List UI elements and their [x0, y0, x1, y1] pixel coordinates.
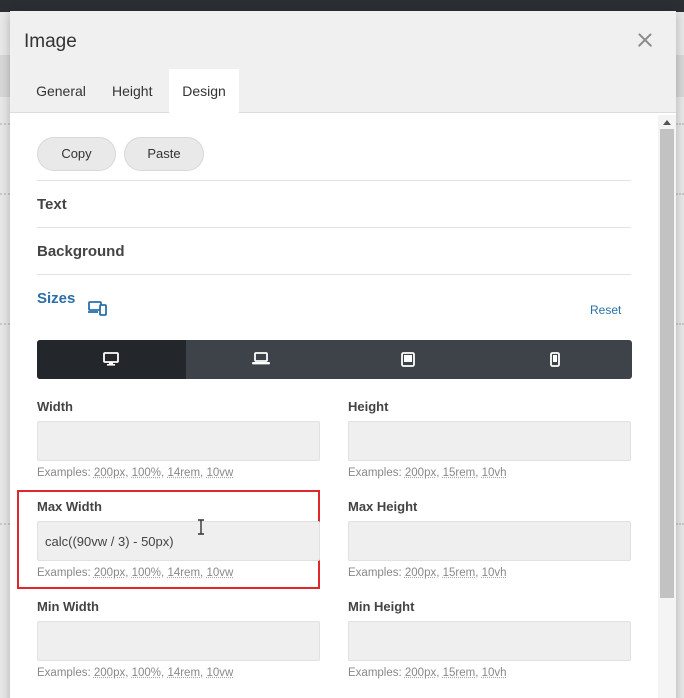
height-label: Height: [348, 399, 389, 414]
tab-general[interactable]: General: [10, 69, 112, 113]
min-height-input[interactable]: [348, 621, 631, 661]
divider: [37, 274, 631, 275]
min-height-examples: Examples: 200px, 15rem, 10vh: [348, 667, 507, 679]
close-icon[interactable]: [634, 29, 656, 51]
device-switcher: [37, 340, 632, 379]
device-tab-desktop[interactable]: [37, 340, 186, 379]
min-width-label: Min Width: [37, 599, 99, 614]
device-tab-laptop[interactable]: [186, 340, 335, 379]
max-width-input[interactable]: [37, 521, 320, 561]
reset-link[interactable]: Reset: [590, 303, 621, 317]
min-height-label: Min Height: [348, 599, 415, 614]
background-divider: [0, 193, 10, 195]
responsive-devices-icon[interactable]: [88, 300, 108, 316]
divider: [37, 180, 631, 181]
background-divider: [676, 123, 684, 125]
modal-header: Image General Height Design: [10, 11, 676, 114]
device-tab-phone[interactable]: [484, 340, 632, 379]
text-cursor-icon: [198, 519, 204, 535]
width-input[interactable]: [37, 421, 320, 461]
modal-title: Image: [24, 31, 77, 52]
width-examples: Examples: 200px, 100%, 14rem, 10vw: [37, 467, 234, 479]
height-input[interactable]: [348, 421, 631, 461]
scrollbar-thumb[interactable]: [660, 129, 674, 598]
background-divider: [676, 523, 684, 525]
max-width-label: Max Width: [37, 499, 102, 514]
device-tab-tablet[interactable]: [335, 340, 484, 379]
tablet-icon: [401, 352, 415, 367]
section-sizes[interactable]: Sizes: [37, 290, 75, 307]
min-width-input[interactable]: [37, 621, 320, 661]
paste-button[interactable]: Paste: [124, 137, 204, 171]
max-height-label: Max Height: [348, 499, 418, 514]
scroll-up-arrow-icon[interactable]: [663, 120, 671, 125]
background-divider: [0, 123, 10, 125]
phone-icon: [550, 352, 560, 367]
max-height-examples: Examples: 200px, 15rem, 10vh: [348, 567, 507, 579]
tab-height[interactable]: Height: [112, 69, 170, 113]
background-divider: [676, 323, 684, 325]
width-label: Width: [37, 399, 73, 414]
background-divider: [676, 193, 684, 195]
height-examples: Examples: 200px, 15rem, 10vh: [348, 467, 507, 479]
divider: [37, 227, 631, 228]
laptop-icon: [252, 352, 270, 365]
image-settings-modal: Image General Height Design Copy Paste T…: [10, 11, 676, 698]
background-divider: [0, 323, 10, 325]
min-width-examples: Examples: 200px, 100%, 14rem, 10vw: [37, 667, 234, 679]
copy-button[interactable]: Copy: [37, 137, 116, 171]
max-width-examples: Examples: 200px, 100%, 14rem, 10vw: [37, 567, 234, 579]
desktop-icon: [103, 352, 119, 366]
max-height-input[interactable]: [348, 521, 631, 561]
tab-design[interactable]: Design: [169, 69, 239, 114]
design-tab-panel: Copy Paste Text Background Sizes Reset W…: [10, 113, 676, 698]
section-background[interactable]: Background: [37, 243, 125, 260]
section-text[interactable]: Text: [37, 196, 67, 213]
background-divider: [0, 523, 10, 525]
